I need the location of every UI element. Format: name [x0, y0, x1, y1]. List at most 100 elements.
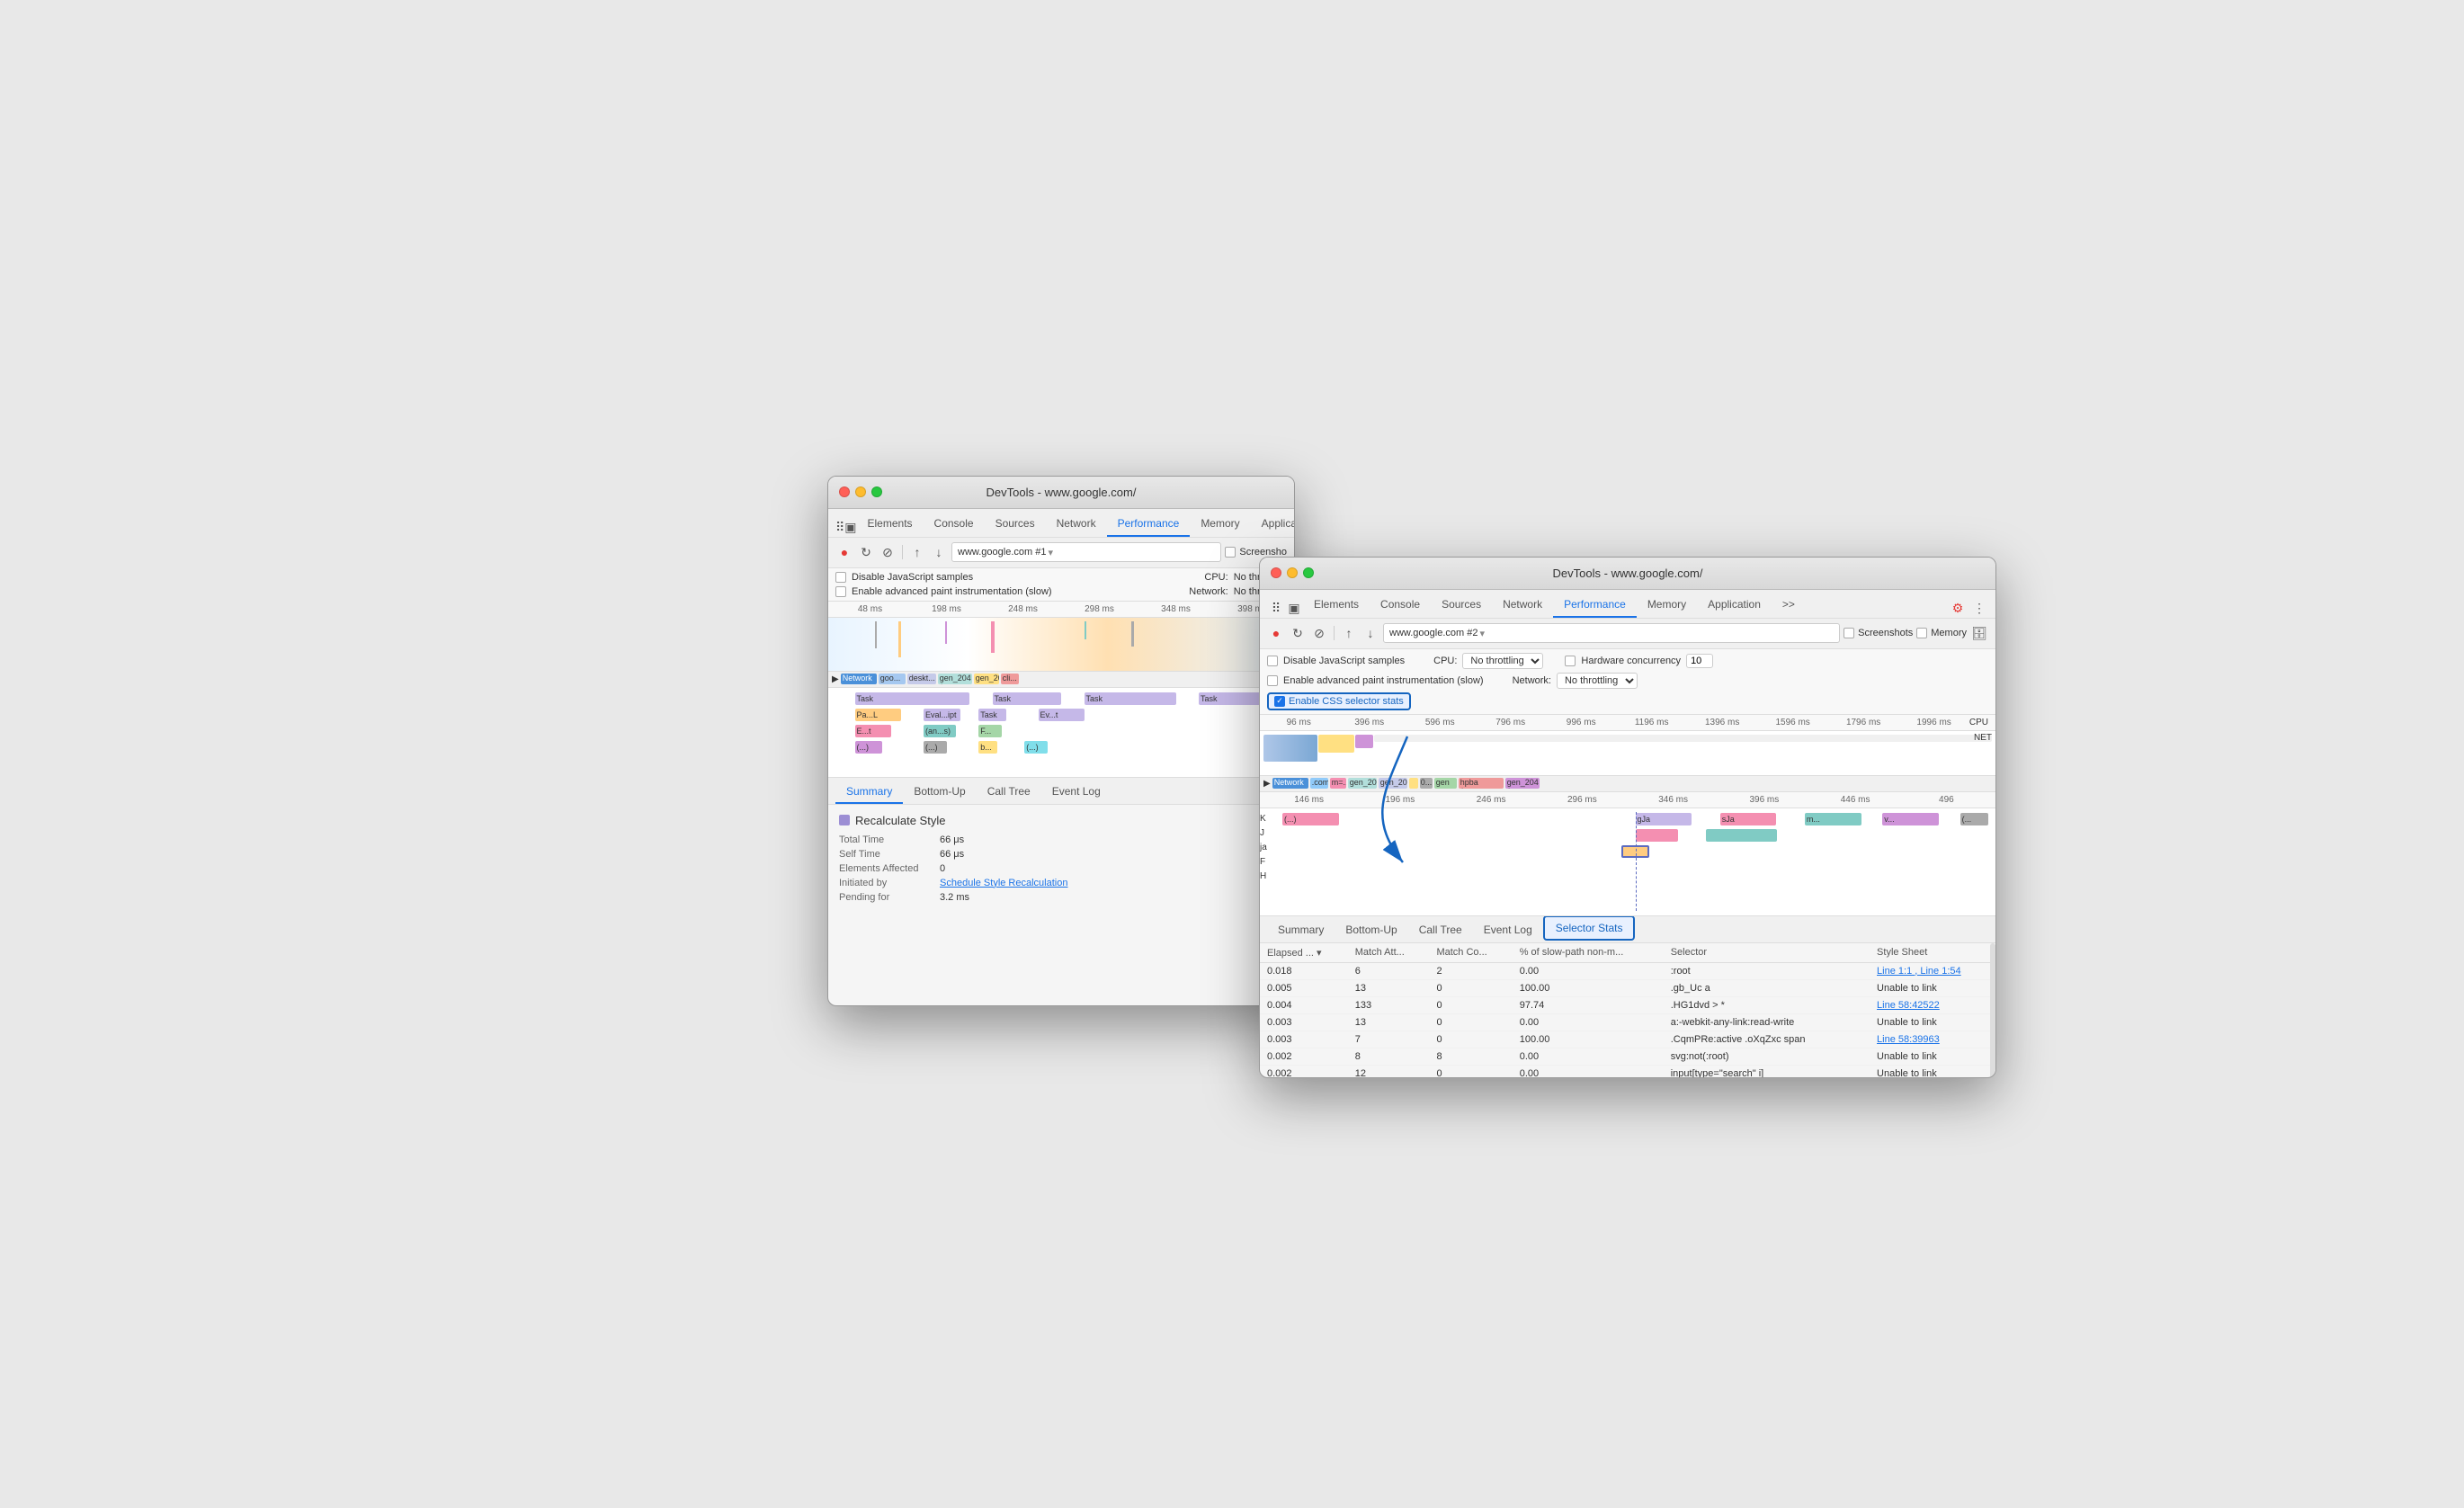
table-row[interactable]: 0.004133097.74.HG1dvd > *Line 58:42522 [1260, 996, 1995, 1013]
tab-summary-1[interactable]: Summary [835, 781, 903, 804]
flame-block-task4[interactable]: Task [1199, 692, 1268, 705]
flame-block-ans[interactable]: (an...s) [924, 725, 956, 737]
style-sheet-link[interactable]: Line 58:39963 [1877, 1034, 1940, 1045]
col-selector[interactable]: Selector [1664, 943, 1870, 963]
advanced-paint-checkbox-1[interactable] [835, 586, 846, 597]
cpu-select-2[interactable]: No throttling [1462, 653, 1543, 669]
tab-network-2[interactable]: Network [1492, 593, 1553, 618]
flame-block-evt[interactable]: Ev...t [1039, 709, 1085, 721]
w2-flame-paren1[interactable]: (...) [1282, 813, 1339, 825]
reload-icon-2[interactable]: ↻ [1289, 624, 1307, 642]
reload-icon-1[interactable]: ↻ [857, 543, 875, 561]
col-match-att[interactable]: Match Att... [1348, 943, 1430, 963]
screenshots-checkbox-2[interactable] [1844, 628, 1854, 638]
devtools-icon-2[interactable]: ⠿ [1267, 600, 1285, 618]
tab-elements-1[interactable]: Elements [857, 512, 924, 537]
settings-icon-2[interactable]: ⚙ [1949, 600, 1967, 618]
record-icon-2[interactable]: ● [1267, 624, 1285, 642]
table-row[interactable]: 0.002880.00svg:not(:root)Unable to link [1260, 1048, 1995, 1065]
tab-elements-2[interactable]: Elements [1303, 593, 1370, 618]
tab-performance-1[interactable]: Performance [1107, 512, 1191, 537]
tab-application-2[interactable]: Application [1697, 593, 1772, 618]
storage-icon-2[interactable]: 🗄 [1970, 624, 1988, 642]
advanced-paint-checkbox-2[interactable] [1267, 675, 1278, 686]
col-match-co[interactable]: Match Co... [1429, 943, 1512, 963]
tab-performance-2[interactable]: Performance [1553, 593, 1637, 618]
flame-block-f[interactable]: F... [978, 725, 1002, 737]
disable-js-checkbox-1[interactable] [835, 572, 846, 583]
tab-selector-stats[interactable]: Selector Stats [1543, 915, 1636, 941]
maximize-button-2[interactable] [1303, 567, 1314, 578]
tab-console-2[interactable]: Console [1370, 593, 1431, 618]
tab-network-1[interactable]: Network [1046, 512, 1107, 537]
tab-bottom-up-2[interactable]: Bottom-Up [1335, 919, 1407, 942]
hw-concurrency-checkbox-2[interactable] [1565, 656, 1576, 666]
tab-sources-1[interactable]: Sources [985, 512, 1046, 537]
download-icon-1[interactable]: ↓ [930, 543, 948, 561]
schedule-style-recalculation-link[interactable]: Schedule Style Recalculation [940, 878, 1283, 888]
tab-application-1[interactable]: Application [1251, 512, 1295, 537]
tab-more-2[interactable]: >> [1772, 593, 1806, 618]
scrollbar[interactable] [1990, 943, 1995, 1078]
inspect-icon-1[interactable]: ▣ [844, 519, 856, 537]
flame-block-task2[interactable]: Task [993, 692, 1062, 705]
tab-memory-1[interactable]: Memory [1190, 512, 1250, 537]
w2-flame-gja[interactable]: gJa [1636, 813, 1692, 825]
flame-block-e[interactable]: E...t [855, 725, 892, 737]
close-button-1[interactable] [839, 486, 850, 497]
url-bar-1[interactable]: www.google.com #1 ▾ [951, 542, 1221, 562]
flame-block-task3[interactable]: Task [1085, 692, 1176, 705]
table-row[interactable]: 0.00370100.00.CqmPRe:active .oXqZxc span… [1260, 1031, 1995, 1048]
inspect-icon-2[interactable]: ▣ [1285, 600, 1303, 618]
tab-sources-2[interactable]: Sources [1431, 593, 1492, 618]
tab-event-log-1[interactable]: Event Log [1041, 781, 1111, 804]
w2-flame-sja[interactable]: sJa [1720, 813, 1777, 825]
flame-block-task1[interactable]: Task [855, 692, 970, 705]
table-row[interactable]: 0.005130100.00.gb_Uc aUnable to link [1260, 979, 1995, 996]
more-icon-2[interactable]: ⋮ [1970, 600, 1988, 618]
tab-call-tree-1[interactable]: Call Tree [977, 781, 1041, 804]
record-icon-1[interactable]: ● [835, 543, 853, 561]
flame-block-paren1[interactable]: (...) [855, 741, 883, 754]
tab-memory-2[interactable]: Memory [1637, 593, 1697, 618]
w2-flame-paren2[interactable]: (... [1960, 813, 1988, 825]
tab-call-tree-2[interactable]: Call Tree [1408, 919, 1473, 942]
w2-flame-v[interactable]: v... [1882, 813, 1939, 825]
style-sheet-link[interactable]: Line 1:1 , Line 1:54 [1877, 966, 1961, 977]
hw-concurrency-input-2[interactable] [1686, 654, 1713, 668]
tab-event-log-2[interactable]: Event Log [1473, 919, 1543, 942]
table-row[interactable]: 0.0031300.00a:-webkit-any-link:read-writ… [1260, 1013, 1995, 1031]
maximize-button-1[interactable] [871, 486, 882, 497]
col-elapsed[interactable]: Elapsed ... ▾ [1260, 943, 1348, 963]
url-bar-2[interactable]: www.google.com #2 ▾ [1383, 623, 1840, 643]
memory-checkbox-2[interactable] [1916, 628, 1927, 638]
clear-icon-2[interactable]: ⊘ [1310, 624, 1328, 642]
flame-block-pal[interactable]: Pa...L [855, 709, 901, 721]
minimize-button-1[interactable] [855, 486, 866, 497]
close-button-2[interactable] [1271, 567, 1281, 578]
table-row[interactable]: 0.018620.00:rootLine 1:1 , Line 1:54 [1260, 962, 1995, 979]
w2-flame-m[interactable]: m... [1805, 813, 1861, 825]
flame-block-eval[interactable]: Eval...ipt [924, 709, 960, 721]
flame-block-paren3[interactable]: (...) [1024, 741, 1048, 754]
w2-flame-row2-2[interactable] [1706, 829, 1777, 842]
css-selector-stats-checkbox[interactable]: ✓ Enable CSS selector stats [1267, 692, 1411, 710]
download-icon-2[interactable]: ↓ [1361, 624, 1379, 642]
flame-block-paren2[interactable]: (...) [924, 741, 947, 754]
w2-flame-row2-1[interactable] [1636, 829, 1678, 842]
devtools-icon-1[interactable]: ⠿ [835, 519, 844, 537]
col-pct-slow[interactable]: % of slow-path non-m... [1513, 943, 1664, 963]
upload-icon-1[interactable]: ↑ [908, 543, 926, 561]
flame-block-b[interactable]: b... [978, 741, 996, 754]
clear-icon-1[interactable]: ⊘ [879, 543, 897, 561]
network-select-2[interactable]: No throttling [1557, 673, 1638, 689]
tab-console-1[interactable]: Console [924, 512, 985, 537]
style-sheet-link[interactable]: Line 58:42522 [1877, 1000, 1940, 1011]
col-style-sheet[interactable]: Style Sheet [1870, 943, 1995, 963]
tab-bottom-up-1[interactable]: Bottom-Up [903, 781, 976, 804]
table-row[interactable]: 0.0021200.00input[type="search" i]Unable… [1260, 1065, 1995, 1078]
upload-icon-2[interactable]: ↑ [1340, 624, 1358, 642]
screenshot-checkbox-1[interactable] [1225, 547, 1236, 558]
tab-summary-2[interactable]: Summary [1267, 919, 1335, 942]
disable-js-checkbox-2[interactable] [1267, 656, 1278, 666]
